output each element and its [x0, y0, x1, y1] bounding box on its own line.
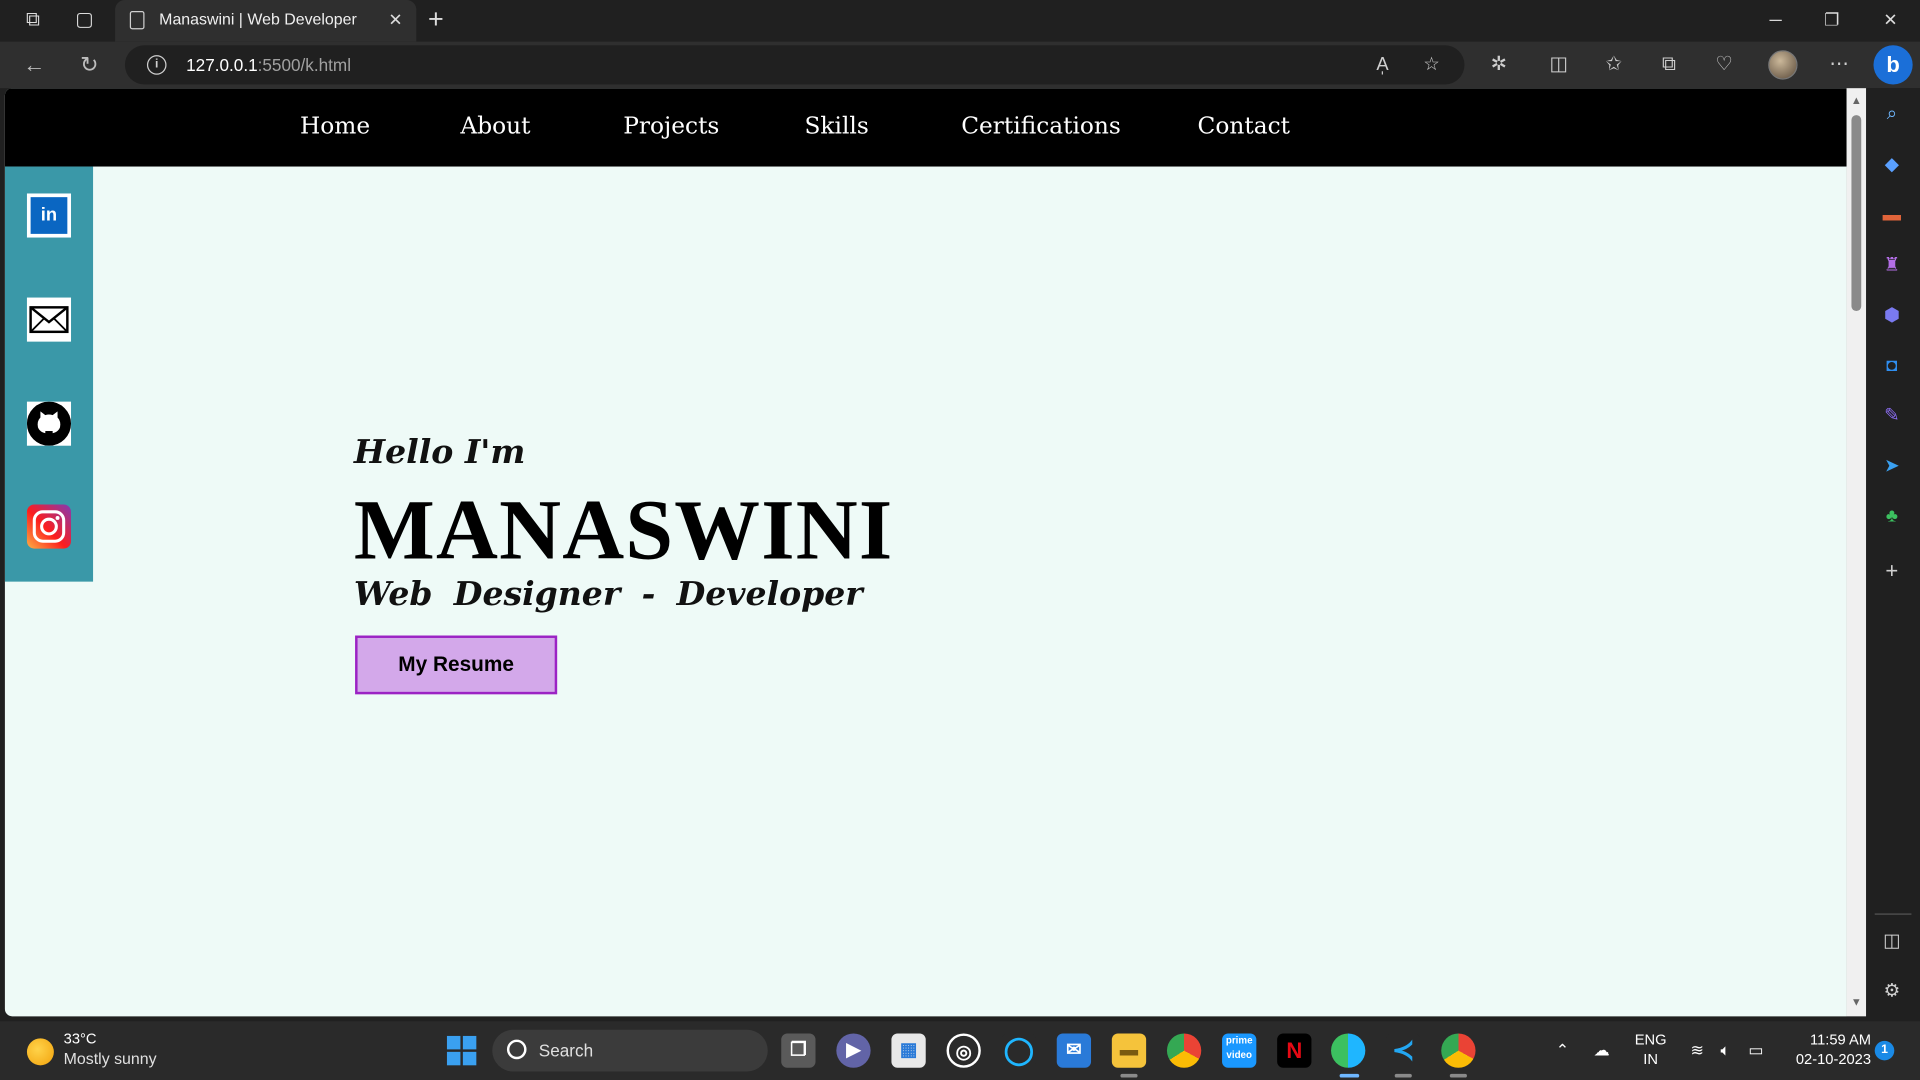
language-indicator[interactable]: ENG: [1632, 1031, 1669, 1048]
address-bar[interactable]: i 127.0.0.1:5500/k.html A̩ ☆: [124, 45, 1465, 85]
weather-condition[interactable]: Mostly sunny: [64, 1049, 157, 1067]
hide-sidebar-icon[interactable]: ◫: [1878, 928, 1905, 955]
collections-icon[interactable]: ⧉: [1654, 50, 1683, 79]
site-info-icon[interactable]: i: [146, 55, 167, 75]
cortana-icon[interactable]: ◯: [1001, 1033, 1036, 1068]
browser-title-bar: ⧉ ▢ Manaswini | Web Developer ✕ + ─ ❐ ✕: [0, 0, 1920, 42]
back-button[interactable]: ←: [20, 50, 49, 79]
mail-icon[interactable]: ✉: [1056, 1033, 1092, 1068]
chrome-profile-icon[interactable]: [1441, 1033, 1476, 1068]
address-bar-row: ← ↻ i 127.0.0.1:5500/k.html A̩ ☆ ✲ ◫ ✩ ⧉…: [0, 41, 1920, 89]
start-windows-icon[interactable]: [446, 1035, 477, 1066]
nav-projects[interactable]: Projects: [623, 113, 719, 140]
settings-more-icon[interactable]: ⋯: [1825, 50, 1854, 79]
browser-essentials-icon[interactable]: ♡: [1709, 50, 1738, 79]
volume-icon[interactable]: 🔈︎: [1713, 1038, 1737, 1062]
weather-sun-icon[interactable]: [26, 1038, 54, 1066]
scroll-thumb[interactable]: [1851, 115, 1862, 312]
edge-icon[interactable]: [1331, 1033, 1366, 1068]
browser-tab[interactable]: Manaswini | Web Developer ✕: [115, 0, 417, 42]
tab-title: Manaswini | Web Developer: [159, 9, 357, 29]
scroll-up-arrow-icon[interactable]: ▲: [1849, 93, 1864, 108]
chrome-active-indicator: [1449, 1073, 1467, 1078]
sidebar-settings-gear-icon[interactable]: ⚙: [1878, 978, 1905, 1005]
show-hidden-icons-chevron-icon[interactable]: ⌃: [1550, 1038, 1574, 1062]
file-explorer-active-indicator: [1120, 1073, 1138, 1078]
nav-home[interactable]: Home: [300, 113, 370, 140]
wifi-icon[interactable]: ≋: [1685, 1038, 1709, 1062]
drop-send-icon[interactable]: ➤: [1878, 453, 1905, 480]
chrome-icon[interactable]: [1166, 1033, 1202, 1068]
nav-certifications[interactable]: Certifications: [961, 113, 1121, 140]
search-icon: [506, 1039, 527, 1060]
favorites-icon[interactable]: ✩: [1599, 50, 1628, 79]
read-aloud-icon[interactable]: A̩: [1369, 51, 1396, 78]
profile-avatar[interactable]: [1768, 50, 1798, 80]
hero-greeting: Hello I'm: [353, 433, 526, 472]
workspaces-icon[interactable]: ⧉: [20, 7, 47, 34]
page-viewport: Home About Projects Skills Certification…: [4, 88, 1847, 1017]
outlook-icon[interactable]: ◘: [1878, 353, 1905, 380]
vscode-active-indicator: [1394, 1073, 1412, 1078]
scroll-down-arrow-icon[interactable]: ▼: [1849, 994, 1864, 1009]
minimize-button[interactable]: ─: [1751, 5, 1800, 34]
microsoft-store-icon[interactable]: ▦: [891, 1033, 926, 1068]
netflix-icon[interactable]: N: [1277, 1033, 1312, 1068]
hero-name: MANASWINI: [353, 483, 894, 578]
linkedin-icon[interactable]: in: [26, 193, 72, 238]
nav-contact[interactable]: Contact: [1198, 113, 1290, 140]
favorite-star-icon[interactable]: ☆: [1418, 51, 1445, 78]
weather-temperature[interactable]: 33°C: [64, 1030, 97, 1047]
edge-sidebar: ⌕ ◆ ▬ ♜ ⬢ ◘ ✎ ➤ ♣ + ◫ ⚙: [1866, 88, 1920, 1019]
split-screen-icon[interactable]: ◫: [1544, 50, 1573, 79]
sidebar-divider: [1874, 913, 1912, 915]
url-text[interactable]: 127.0.0.1:5500/k.html: [186, 55, 351, 75]
prime-video-icon[interactable]: prime video: [1222, 1033, 1257, 1068]
clock-date[interactable]: 02-10-2023: [1783, 1051, 1871, 1068]
notification-badge[interactable]: 1: [1874, 1040, 1895, 1061]
nav-skills[interactable]: Skills: [804, 113, 868, 140]
github-icon[interactable]: [26, 401, 72, 446]
clock-time[interactable]: 11:59 AM: [1788, 1031, 1871, 1048]
instagram-icon[interactable]: [26, 504, 72, 549]
nav-about[interactable]: About: [460, 113, 530, 140]
vscode-icon[interactable]: ≺: [1386, 1033, 1421, 1068]
onedrive-cloud-icon[interactable]: ☁: [1589, 1038, 1613, 1062]
search-icon[interactable]: ⌕: [1878, 100, 1905, 127]
chatgpt-app-icon[interactable]: ◎: [946, 1033, 981, 1068]
close-tab-icon[interactable]: ✕: [384, 9, 406, 31]
tools-briefcase-icon[interactable]: ▬: [1878, 202, 1905, 229]
close-window-button[interactable]: ✕: [1866, 5, 1915, 34]
site-navbar: Home About Projects Skills Certification…: [4, 88, 1847, 167]
games-chess-icon[interactable]: ♜: [1878, 252, 1905, 279]
vertical-tabs-icon[interactable]: ▢: [71, 7, 98, 34]
bing-copilot-icon[interactable]: b: [1873, 45, 1913, 85]
edge-active-indicator: [1339, 1073, 1360, 1078]
task-view-icon[interactable]: ❐: [781, 1033, 816, 1068]
designer-icon[interactable]: ✎: [1878, 403, 1905, 430]
region-indicator[interactable]: IN: [1632, 1051, 1669, 1068]
hero-role: Web Designer - Developer: [353, 575, 863, 614]
taskbar-search-placeholder: Search: [538, 1040, 594, 1061]
file-explorer-icon[interactable]: ▬: [1111, 1033, 1147, 1068]
shopping-tag-icon[interactable]: ◆: [1878, 152, 1905, 179]
microsoft365-icon[interactable]: ⬢: [1878, 302, 1905, 329]
teams-chat-icon[interactable]: ▶: [836, 1033, 871, 1068]
new-tab-button[interactable]: +: [421, 6, 450, 35]
page-scrollbar[interactable]: ▲ ▼: [1846, 88, 1867, 1017]
taskbar-search[interactable]: Search: [492, 1029, 768, 1072]
extensions-icon[interactable]: ✲: [1484, 50, 1513, 79]
social-links-bar: in: [4, 166, 94, 582]
battery-icon[interactable]: ▭: [1744, 1038, 1768, 1062]
restore-button[interactable]: ❐: [1807, 5, 1856, 34]
page-icon: [129, 11, 145, 30]
refresh-button[interactable]: ↻: [75, 50, 104, 79]
add-sidebar-app-icon[interactable]: +: [1878, 557, 1905, 584]
email-icon[interactable]: [26, 297, 72, 342]
resume-button[interactable]: My Resume: [355, 635, 558, 695]
windows-taskbar: 33°C Mostly sunny Search ❐ ▶ ▦ ◎ ◯ ✉ ▬ p…: [0, 1021, 1920, 1080]
tree-icon[interactable]: ♣: [1878, 503, 1905, 530]
